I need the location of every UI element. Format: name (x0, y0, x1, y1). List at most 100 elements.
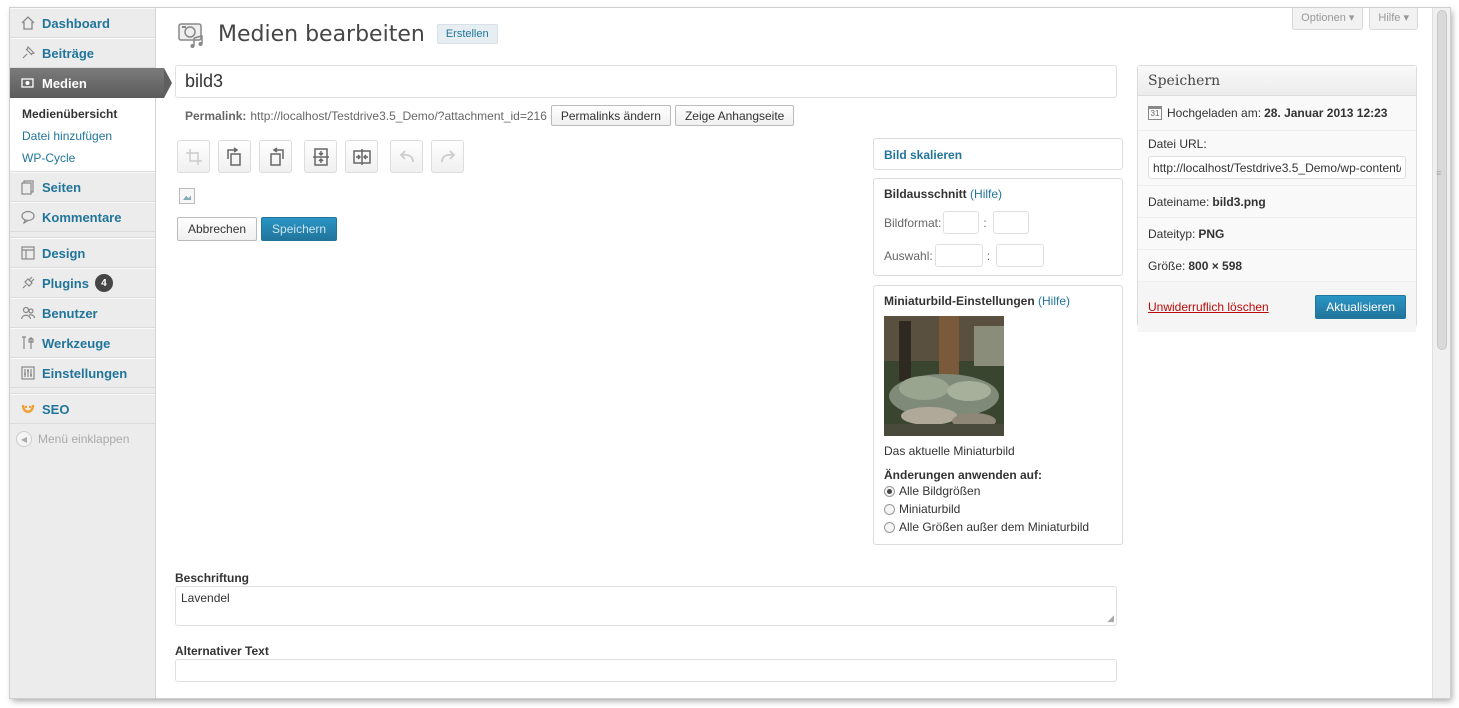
size-value: 800 × 598 (1188, 258, 1243, 273)
scrollbar-grip-icon: ≡ (1436, 168, 1442, 178)
sidebar-item-label: Einstellungen (42, 365, 128, 381)
crop-help-link[interactable]: (Hilfe) (970, 187, 1002, 201)
flip-horizontal-button[interactable] (345, 140, 378, 173)
change-permalinks-button[interactable]: Permalinks ändern (550, 105, 671, 126)
apply-option-all-sizes[interactable]: Alle Bildgrößen (884, 482, 1112, 500)
aspect-ratio-width-input[interactable] (943, 211, 980, 234)
browser-window: Dashboard Beiträge Medien Medienübersich… (10, 8, 1450, 698)
main-content: Optionen ▾ Hilfe ▾ Medien bearbeiten Ers… (156, 8, 1432, 698)
filename-row: Dateiname: bild3.png (1138, 186, 1416, 218)
sidebar-item-dashboard[interactable]: Dashboard (10, 8, 155, 38)
submenu-item-media-library[interactable]: Medienübersicht (10, 103, 155, 125)
help-button[interactable]: Hilfe ▾ (1369, 8, 1418, 30)
sidebar-item-beitraege[interactable]: Beiträge (10, 38, 155, 68)
caption-textarea[interactable]: Lavendel ◢ (175, 586, 1117, 626)
collapse-menu-button[interactable]: ◀ Menü einklappen (10, 424, 155, 454)
image-edit-toolbar (177, 140, 464, 173)
sidebar-item-design[interactable]: Design (10, 238, 155, 268)
vertical-scrollbar[interactable]: ≡ (1432, 8, 1450, 698)
home-icon (18, 14, 38, 32)
file-url-label: Datei URL: (1148, 137, 1207, 151)
caption-value: Lavendel (181, 591, 230, 605)
view-attachment-button[interactable]: Zeige Anhangseite (674, 105, 795, 126)
sidebar-item-label: Seiten (42, 179, 82, 195)
caption-label: Beschriftung (175, 571, 250, 585)
filename-label: Dateiname: (1148, 194, 1210, 209)
cancel-button[interactable]: Abbrechen (177, 217, 258, 241)
aspect-ratio-label: Bildformat: (884, 215, 942, 230)
image-edit-actions: Abbrechen Speichern (177, 217, 338, 241)
alt-text-input[interactable] (175, 659, 1117, 682)
save-meta-box: Speichern 31 Hochgeladen am: 28. Januar … (1137, 65, 1417, 332)
help-label: Hilfe (1378, 12, 1401, 24)
permalink-url[interactable]: http://localhost/Testdrive3.5_Demo/?atta… (250, 109, 547, 123)
screen-options-label: Optionen (1301, 12, 1346, 24)
aspect-ratio-height-input[interactable] (992, 211, 1029, 234)
resize-handle-icon[interactable]: ◢ (1107, 613, 1114, 624)
save-image-button[interactable]: Speichern (261, 217, 338, 241)
comments-icon (18, 208, 38, 226)
selection-width-input[interactable] (934, 244, 983, 267)
submenu-item-wp-cycle[interactable]: WP-Cycle (10, 147, 155, 169)
permalink-row: Permalink: http://localhost/Testdrive3.5… (185, 105, 795, 126)
title-input[interactable] (175, 65, 1117, 98)
submenu-item-add-file[interactable]: Datei hinzufügen (10, 125, 155, 147)
crop-title: Bildausschnitt (884, 187, 967, 201)
size-label: Größe: (1148, 258, 1186, 273)
radio-label: Miniaturbild (899, 502, 961, 516)
rotate-left-button[interactable] (218, 140, 251, 173)
alt-text-label: Alternativer Text (175, 644, 269, 658)
undo-button[interactable] (390, 140, 423, 173)
update-button[interactable]: Aktualisieren (1315, 295, 1406, 319)
apply-option-thumbnail[interactable]: Miniaturbild (884, 500, 1112, 518)
file-url-input[interactable] (1148, 156, 1406, 179)
sidebar-item-label: Kommentare (42, 209, 122, 225)
sidebar-item-label: SEO (42, 401, 70, 417)
sidebar-item-kommentare[interactable]: Kommentare (10, 202, 155, 232)
sidebar-item-plugins[interactable]: Plugins 4 (10, 268, 155, 298)
collapse-menu-label: Menü einklappen (38, 432, 130, 446)
radio-button[interactable] (884, 521, 895, 533)
media-icon (18, 74, 38, 92)
radio-button[interactable] (884, 503, 895, 515)
dimensions-row: Größe: 800 × 598 (1138, 250, 1416, 282)
thumbnail-settings-panel: Miniaturbild-Einstellungen (Hilfe) Das a… (873, 285, 1123, 545)
redo-button[interactable] (431, 140, 464, 173)
sidebar-item-label: Plugins (42, 275, 89, 291)
scrollbar-thumb[interactable] (1437, 10, 1447, 350)
settings-icon (18, 364, 38, 382)
collapse-arrow-icon: ◀ (16, 431, 32, 447)
apply-option-all-except-thumbnail[interactable]: Alle Größen außer dem Miniaturbild (884, 518, 1112, 536)
delete-permanently-link[interactable]: Unwiderruflich löschen (1148, 300, 1269, 314)
plugins-icon (18, 274, 38, 292)
filetype-label: Dateityp: (1148, 226, 1196, 241)
scale-image-panel[interactable]: Bild skalieren (873, 138, 1123, 170)
crop-button[interactable] (177, 140, 210, 173)
redo-icon (440, 149, 455, 162)
thumbnail-help-link[interactable]: (Hilfe) (1038, 294, 1070, 308)
radio-button[interactable] (884, 485, 895, 497)
thumbnail-image (884, 316, 1004, 436)
selection-height-input[interactable] (996, 244, 1045, 267)
scale-image-title[interactable]: Bild skalieren (884, 148, 962, 162)
page-header: Medien bearbeiten Erstellen (176, 18, 498, 50)
add-new-button[interactable]: Erstellen (436, 24, 498, 44)
save-box-title: Speichern (1138, 66, 1416, 96)
flip-vertical-button[interactable] (304, 140, 337, 173)
save-actions: Unwiderruflich löschen Aktualisieren (1138, 282, 1416, 332)
sidebar-item-werkzeuge[interactable]: Werkzeuge (10, 328, 155, 358)
screen-options-button[interactable]: Optionen ▾ (1292, 8, 1364, 30)
crop-panel: Bildausschnitt (Hilfe) Bildformat: : Aus… (873, 178, 1123, 276)
sidebar-item-medien[interactable]: Medien (10, 68, 172, 98)
filetype-row: Dateityp: PNG (1138, 218, 1416, 250)
sidebar-item-benutzer[interactable]: Benutzer (10, 298, 155, 328)
uploaded-date: 28. Januar 2013 12:23 (1264, 106, 1388, 120)
plugin-update-badge: 4 (94, 274, 113, 292)
sidebar-item-einstellungen[interactable]: Einstellungen (10, 358, 155, 388)
users-icon (18, 304, 38, 322)
sidebar-item-seiten[interactable]: Seiten (10, 172, 155, 202)
rotate-right-button[interactable] (259, 140, 292, 173)
uploaded-label: Hochgeladen am: (1167, 106, 1262, 120)
sidebar-item-seo[interactable]: SEO (10, 394, 155, 424)
tools-icon (18, 334, 38, 352)
